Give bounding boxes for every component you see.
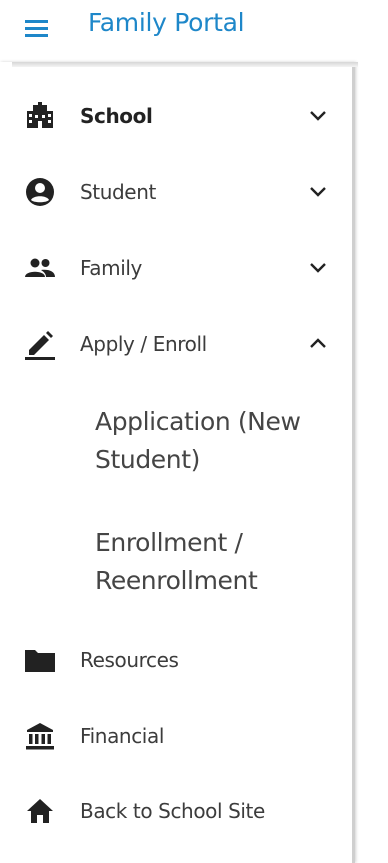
chevron-down-icon[interactable] [306,180,330,204]
nav-label-apply-enroll: Apply / Enroll [80,332,207,356]
main-content-area [358,62,388,863]
folder-icon [24,644,56,676]
nav-item-apply-enroll[interactable]: Apply / Enroll [0,316,352,372]
sub-item-enrollment-reenrollment[interactable]: Enrollment / Reenrollment [95,524,335,600]
hamburger-menu-icon[interactable] [22,16,52,40]
pencil-icon [24,328,56,360]
nav-label-student: Student [80,180,156,204]
chevron-down-icon[interactable] [306,104,330,128]
school-building-icon [24,100,56,132]
app-title: Family Portal [88,8,245,37]
nav-label-family: Family [80,256,142,280]
nav-label-resources: Resources [80,648,179,672]
nav-item-back-to-school-site[interactable]: Back to School Site [0,783,352,839]
nav-label-financial: Financial [80,724,164,748]
nav-item-resources[interactable]: Resources [0,632,352,688]
nav-item-school[interactable]: School [0,88,352,144]
nav-item-financial[interactable]: Financial [0,708,352,764]
home-icon [24,795,56,827]
drawer-top-divider [12,62,358,67]
top-app-bar: Family Portal [0,0,388,62]
nav-label-back-to-school-site: Back to School Site [80,799,265,823]
bank-icon [24,720,56,752]
nav-item-family[interactable]: Family [0,240,352,296]
people-icon [24,252,56,284]
nav-label-school: School [80,104,153,128]
chevron-down-icon[interactable] [306,256,330,280]
nav-item-student[interactable]: Student [0,164,352,220]
chevron-up-icon[interactable] [306,332,330,356]
account-circle-icon [24,176,56,208]
sub-item-application-new-student[interactable]: Application (New Student) [95,403,335,479]
